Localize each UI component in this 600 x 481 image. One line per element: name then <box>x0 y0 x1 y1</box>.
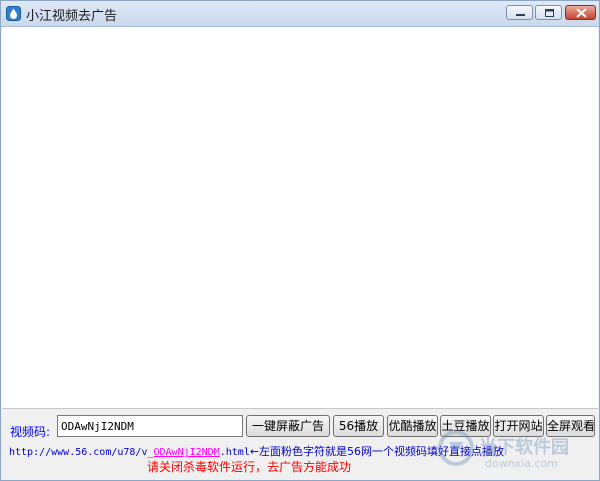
window-title: 小江视频去广告 <box>26 9 118 24</box>
play-youku-button[interactable]: 优酷播放 <box>387 415 438 437</box>
minimize-icon <box>516 14 525 16</box>
play-56-button[interactable]: 56播放 <box>333 415 384 437</box>
url-code-highlight: ODAwNjI2NDM <box>153 447 220 458</box>
site-watermark: 当下软件园 downxia.com <box>437 427 597 477</box>
video-code-input[interactable] <box>57 415 243 437</box>
block-ads-button[interactable]: 一键屏蔽广告 <box>246 415 330 437</box>
control-panel: 视频码: 一键屏蔽广告 56播放 优酷播放 土豆播放 打开网站 全屏观看 htt… <box>1 409 599 480</box>
downxia-logo-icon <box>438 430 474 466</box>
antivirus-warning: 请关闭杀毒软件运行，去广告方能成功 <box>147 460 352 474</box>
watermark-cn: 当下软件园 <box>479 437 569 458</box>
video-player-area[interactable] <box>2 27 598 409</box>
url-suffix: .html <box>219 447 250 458</box>
watermark-en: downxia.com <box>485 457 558 470</box>
url-prefix: http://www.56.com/u78/v_ <box>9 447 154 458</box>
app-window: 小江视频去广告 视频码: 一键屏蔽广告 56播放 优酷播放 土豆播放 打开网站 … <box>0 0 600 481</box>
maximize-button[interactable] <box>535 5 562 20</box>
close-icon <box>576 8 587 18</box>
video-code-label: 视频码: <box>10 425 51 439</box>
title-bar[interactable]: 小江视频去广告 <box>1 1 599 27</box>
maximize-icon <box>545 9 554 17</box>
minimize-button[interactable] <box>506 5 533 20</box>
droplet-app-icon <box>6 6 21 21</box>
example-url-hint: http://www.56.com/u78/v_ODAwNjI2NDM.html… <box>9 443 504 459</box>
close-button[interactable] <box>565 5 596 20</box>
